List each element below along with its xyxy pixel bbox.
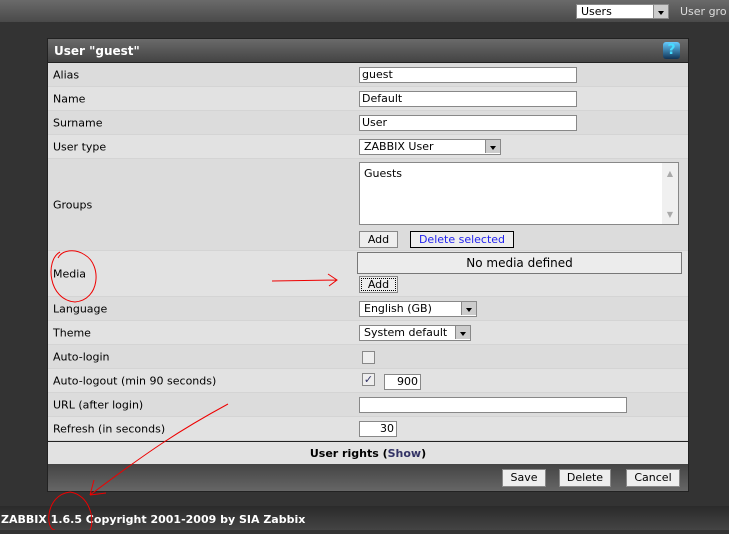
group-item[interactable]: Guests <box>364 167 674 181</box>
name-input[interactable]: Default <box>359 91 577 107</box>
user-rights-row: User rights (Show) <box>48 441 688 465</box>
groups-label: Groups <box>53 198 93 211</box>
language-label: Language <box>53 302 108 315</box>
user-type-label: User type <box>53 140 107 153</box>
user-type-select[interactable]: ZABBIX User <box>359 139 501 155</box>
chevron-down-icon <box>653 5 668 18</box>
row-surname: Surname User <box>48 111 688 135</box>
row-name: Name Default <box>48 87 688 111</box>
autologout-checkbox[interactable]: ✓ <box>362 373 375 386</box>
save-button[interactable]: Save <box>502 469 546 487</box>
row-alias: Alias guest <box>48 63 688 87</box>
scrollbar[interactable]: ▲ ▼ <box>662 163 678 224</box>
media-add-button[interactable]: Add <box>359 276 398 293</box>
language-select[interactable]: English (GB) <box>359 301 477 317</box>
name-label: Name <box>53 92 86 105</box>
chevron-down-icon <box>461 302 476 315</box>
theme-select[interactable]: System default <box>359 325 471 341</box>
theme-value: System default <box>364 326 448 339</box>
row-url: URL (after login) <box>48 393 688 417</box>
user-form: User "guest"? Alias guest Name Default Sur… <box>47 38 689 492</box>
delete-selected-button[interactable]: Delete selected <box>410 231 514 248</box>
chevron-down-icon <box>455 326 470 339</box>
autologin-label: Auto-login <box>53 350 110 363</box>
media-empty-message: No media defined <box>357 252 682 274</box>
user-type-value: ZABBIX User <box>364 140 434 153</box>
row-autologin: Auto-login <box>48 345 688 369</box>
autologout-input[interactable]: 900 <box>384 374 421 390</box>
user-rights-close: ) <box>421 447 427 460</box>
row-language: Language English (GB) <box>48 297 688 321</box>
groups-listbox[interactable]: Guests ▲ ▼ <box>359 162 679 225</box>
surname-label: Surname <box>53 116 103 129</box>
row-groups: Groups Guests ▲ ▼ Add Delete selected <box>48 159 688 251</box>
alias-input[interactable]: guest <box>359 67 577 83</box>
row-user-type: User type ZABBIX User <box>48 135 688 159</box>
groups-add-button[interactable]: Add <box>359 231 398 248</box>
help-icon[interactable]: ? <box>663 42 680 59</box>
refresh-label: Refresh (in seconds) <box>53 422 166 435</box>
copyright-footer: ZABBIX 1.6.5 Copyright 2001-2009 by SIA … <box>0 506 729 530</box>
config-type-select[interactable]: Users <box>576 4 669 19</box>
top-bar: Users User gro <box>0 0 729 22</box>
chevron-down-icon <box>485 140 500 153</box>
show-rights-link[interactable]: Show <box>388 447 421 460</box>
row-media: Media No media defined Add <box>48 251 688 297</box>
autologin-checkbox[interactable] <box>362 351 375 364</box>
row-theme: Theme System default <box>48 321 688 345</box>
cancel-button[interactable]: Cancel <box>626 469 680 487</box>
refresh-input[interactable]: 30 <box>359 421 397 437</box>
user-rights-label: User rights ( <box>309 447 388 460</box>
autologout-label: Auto-logout (min 90 seconds) <box>53 374 217 387</box>
theme-label: Theme <box>53 326 91 339</box>
form-footer: Save Delete Cancel <box>48 464 688 491</box>
select-value: Users <box>581 5 612 18</box>
media-label: Media <box>53 267 87 280</box>
page-title: User "guest" <box>54 44 140 58</box>
form-title-bar: User "guest"? <box>48 39 688 63</box>
surname-input[interactable]: User <box>359 115 577 131</box>
delete-button[interactable]: Delete <box>559 469 611 487</box>
user-groups-label: User gro <box>680 5 727 18</box>
row-refresh: Refresh (in seconds) 30 <box>48 417 688 441</box>
url-input[interactable] <box>359 397 627 413</box>
row-autologout: Auto-logout (min 90 seconds) ✓ 900 <box>48 369 688 393</box>
form-rows: Alias guest Name Default Surname User User … <box>48 63 688 441</box>
alias-label: Alias <box>53 68 80 81</box>
url-label: URL (after login) <box>53 398 144 411</box>
language-value: English (GB) <box>364 302 432 315</box>
